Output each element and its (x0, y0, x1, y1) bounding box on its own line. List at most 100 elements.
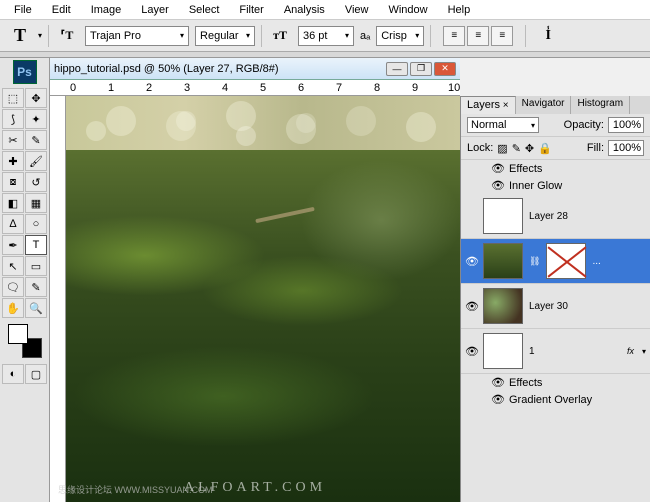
chevron-down-icon: ▾ (246, 31, 250, 40)
heal-tool[interactable]: ✚ (2, 151, 24, 171)
fill-input[interactable]: 100% (608, 140, 644, 156)
layer-thumbnail[interactable] (483, 198, 523, 234)
history-brush-tool[interactable]: ↺ (25, 172, 47, 192)
separator (261, 25, 262, 47)
gradient-tool[interactable]: ▦ (25, 193, 47, 213)
fx-badge[interactable]: fx (627, 346, 634, 356)
path-tool[interactable]: ↖ (2, 256, 24, 276)
layer-name[interactable]: 1 (529, 346, 535, 357)
align-center-button[interactable]: ≡ (467, 26, 489, 46)
visibility-toggle[interactable]: 👁 (491, 162, 503, 175)
shape-tool[interactable]: ▭ (25, 256, 47, 276)
ruler-horizontal[interactable]: 0 1 2 3 4 5 6 7 8 9 10 (50, 80, 460, 96)
menu-view[interactable]: View (335, 2, 379, 18)
visibility-toggle[interactable]: 👁 (491, 393, 503, 406)
eyedropper-tool[interactable]: ✎ (25, 277, 47, 297)
foreground-color[interactable] (8, 324, 28, 344)
menu-image[interactable]: Image (81, 2, 132, 18)
canvas[interactable]: ALFOART.COM 思缘设计论坛 WWW.MISSYUAN.COM (50, 96, 460, 502)
anti-alias-dropdown[interactable]: Crisp ▾ (376, 26, 424, 46)
lock-transparency-icon[interactable]: ▨ (497, 142, 507, 155)
lock-position-icon[interactable]: ✥ (525, 142, 534, 155)
visibility-toggle[interactable]: 👁 (465, 345, 477, 358)
layer-thumbnail[interactable] (483, 333, 523, 369)
tab-layers[interactable]: Layers × (461, 96, 516, 114)
dodge-tool[interactable]: ○ (25, 214, 47, 234)
layer-name[interactable]: Layer 28 (529, 211, 568, 222)
menu-filter[interactable]: Filter (229, 2, 273, 18)
layer-item[interactable]: Layer 28 (461, 194, 650, 239)
font-family-dropdown[interactable]: Trajan Pro ▾ (85, 26, 189, 46)
color-swatches[interactable] (8, 324, 42, 358)
opacity-label: Opacity: (564, 119, 604, 131)
visibility-toggle[interactable]: 👁 (465, 300, 477, 313)
notes-tool[interactable]: 🗨 (2, 277, 24, 297)
move-tool[interactable]: ✥ (25, 88, 47, 108)
blur-tool[interactable]: ∆ (2, 214, 24, 234)
menu-select[interactable]: Select (179, 2, 230, 18)
screenmode-toggle[interactable]: ▢ (25, 364, 47, 384)
fill-label: Fill: (587, 142, 604, 154)
inner-glow-effect[interactable]: Inner Glow (509, 180, 562, 192)
slice-tool[interactable]: ✎ (25, 130, 47, 150)
quickmask-toggle[interactable]: ◐ (2, 364, 24, 384)
ruler-mark: 6 (298, 82, 304, 94)
opacity-input[interactable]: 100% (608, 117, 644, 133)
blend-mode-value: Normal (471, 119, 506, 131)
lasso-tool[interactable]: ⟆ (2, 109, 24, 129)
lock-paint-icon[interactable]: ✎ (512, 142, 521, 155)
visibility-toggle[interactable]: 👁 (491, 376, 503, 389)
type-tool[interactable]: T (25, 235, 47, 255)
stamp-tool[interactable]: ⧇ (2, 172, 24, 192)
close-button[interactable]: ✕ (434, 62, 456, 76)
visibility-toggle[interactable]: 👁 (491, 179, 503, 192)
blend-mode-dropdown[interactable]: Normal ▾ (467, 117, 539, 133)
menu-edit[interactable]: Edit (42, 2, 81, 18)
menu-file[interactable]: File (4, 2, 42, 18)
brush-tool[interactable]: 🖌 (25, 151, 47, 171)
menu-analysis[interactable]: Analysis (274, 2, 335, 18)
pen-tool[interactable]: ✒ (2, 235, 24, 255)
lock-all-icon[interactable]: 🔒 (538, 142, 552, 155)
hand-tool[interactable]: ✋ (2, 298, 24, 318)
separator (430, 25, 431, 47)
eraser-tool[interactable]: ◧ (2, 193, 24, 213)
layer-name[interactable]: Layer 30 (529, 301, 568, 312)
workspace: Ps ⬚ ✥ ⟆ ✦ ✂ ✎ ✚ 🖌 ⧇ ↺ ◧ ▦ ∆ ○ ✒ T ↖ ▭ 🗨… (0, 58, 650, 502)
orientation-icon[interactable]: ⸢T (55, 28, 79, 43)
ruler-mark: 4 (222, 82, 228, 94)
align-left-button[interactable]: ≡ (443, 26, 465, 46)
presets-arrow[interactable]: ▾ (38, 31, 42, 40)
ruler-vertical[interactable] (50, 96, 66, 502)
marquee-tool[interactable]: ⬚ (2, 88, 24, 108)
font-style-dropdown[interactable]: Regular ▾ (195, 26, 255, 46)
align-right-button[interactable]: ≡ (491, 26, 513, 46)
layer-item[interactable]: 👁 Layer 30 (461, 284, 650, 329)
menu-help[interactable]: Help (438, 2, 481, 18)
link-icon[interactable]: ⛓ (529, 256, 540, 267)
tab-histogram[interactable]: Histogram (571, 96, 630, 114)
menu-window[interactable]: Window (378, 2, 437, 18)
document-titlebar[interactable]: hippo_tutorial.psd @ 50% (Layer 27, RGB/… (50, 58, 460, 80)
ruler-mark: 8 (374, 82, 380, 94)
layer-thumbnail[interactable] (483, 288, 523, 324)
layer-name[interactable]: ... (592, 256, 600, 267)
warp-text-icon[interactable]: I̾ (536, 28, 560, 44)
minimize-button[interactable]: — (386, 62, 408, 76)
wand-tool[interactable]: ✦ (25, 109, 47, 129)
crop-tool[interactable]: ✂ (2, 130, 24, 150)
tab-navigator[interactable]: Navigator (516, 96, 572, 114)
gradient-overlay-effect[interactable]: Gradient Overlay (509, 394, 592, 406)
layer-item[interactable]: 👁 1 fx ▾ (461, 329, 650, 374)
visibility-toggle[interactable]: 👁 (465, 255, 477, 268)
layer-item-selected[interactable]: 👁 ⛓ ... (461, 239, 650, 284)
ruler-mark: 1 (108, 82, 114, 94)
layer-thumbnail[interactable] (483, 243, 523, 279)
zoom-tool[interactable]: 🔍 (25, 298, 47, 318)
layer-mask-thumbnail[interactable] (546, 243, 586, 279)
chevron-down-icon[interactable]: ▾ (642, 347, 646, 356)
menu-layer[interactable]: Layer (131, 2, 179, 18)
maximize-button[interactable]: ❐ (410, 62, 432, 76)
font-size-dropdown[interactable]: 36 pt ▾ (298, 26, 354, 46)
moss-layer (66, 150, 460, 502)
